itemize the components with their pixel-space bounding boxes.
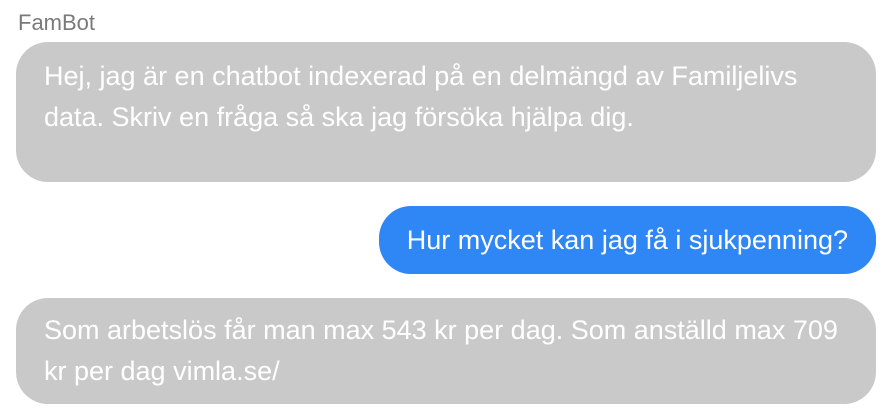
chat-window: FamBot Hej, jag är en chatbot indexerad … (0, 0, 888, 418)
user-message-bubble: Hur mycket kan jag få i sjukpenning? (378, 206, 876, 274)
bot-message-bubble: Som arbetslös får man max 543 kr per dag… (16, 298, 876, 404)
bot-name-label: FamBot (18, 10, 96, 35)
bot-message-bubble: Hej, jag är en chatbot indexerad på en d… (16, 42, 876, 182)
